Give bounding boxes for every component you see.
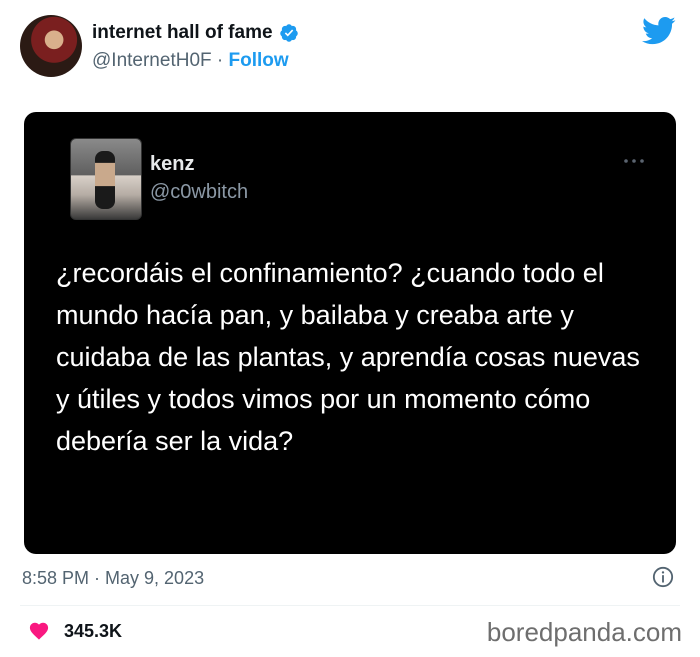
info-icon[interactable]	[652, 566, 674, 588]
author-name[interactable]: internet hall of fame	[92, 22, 273, 44]
embedded-tweet-text: ¿recordáis el confinamiento? ¿cuando tod…	[56, 258, 640, 456]
embedded-author-name[interactable]: kenz	[150, 153, 194, 176]
like-count: 345.3K	[64, 621, 123, 641]
embedded-avatar[interactable]	[70, 138, 142, 220]
verified-badge-icon	[279, 24, 298, 42]
watermark: boredpanda.com	[486, 617, 682, 647]
author-avatar[interactable]	[20, 15, 82, 77]
follow-button[interactable]: Follow	[229, 50, 289, 71]
twitter-bird-icon[interactable]	[642, 16, 676, 46]
author-name-row: internet hall of fame	[92, 22, 299, 44]
author-handle-row: @InternetH0F · Follow	[92, 50, 289, 72]
handle-separator: ·	[211, 50, 229, 71]
more-dots-icon[interactable]	[622, 156, 646, 166]
embedded-author-handle[interactable]: @c0wbitch	[150, 181, 248, 204]
heart-icon[interactable]	[28, 620, 50, 640]
embedded-tweet-card[interactable]: kenz @c0wbitch ¿recordáis el confinamien…	[24, 112, 676, 554]
tweet-timestamp[interactable]: 8:58 PM · May 9, 2023	[22, 568, 204, 589]
divider	[20, 605, 680, 606]
author-handle[interactable]: @InternetH0F	[92, 50, 212, 71]
